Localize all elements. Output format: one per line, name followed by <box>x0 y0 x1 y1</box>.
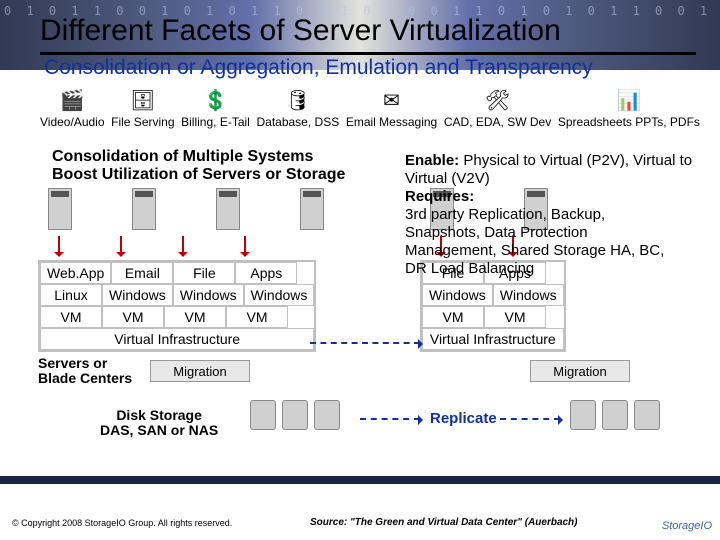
vm-cell: Windows <box>422 284 493 306</box>
vm-block-left: Web.AppEmailFileAppsLinuxWindowsWindowsW… <box>38 260 316 352</box>
vm-cell: VM <box>422 306 484 328</box>
vm-cell: Apps <box>235 262 297 284</box>
dashed-arrow <box>310 342 420 344</box>
vm-row: VMVMVMVM <box>40 306 314 328</box>
footer: © Copyright 2008 StorageIO Group. All ri… <box>0 476 720 536</box>
workload-label: Spreadsheets PPTs, PDFs <box>558 116 700 129</box>
disk-icons-left <box>250 400 340 430</box>
workload-icon: ✉ <box>374 88 410 114</box>
workload-icon: 📊 <box>611 88 647 114</box>
enable-requires-text: Enable: Physical to Virtual (P2V), Virtu… <box>405 152 720 278</box>
workload-item: 🎬 Video/Audio <box>40 88 105 129</box>
workload-icon: 💲 <box>197 88 233 114</box>
vm-cell: VM <box>484 306 546 328</box>
vm-row: Web.AppEmailFileApps <box>40 262 314 284</box>
disk-icon <box>282 400 308 430</box>
arrow-down-icon <box>244 236 246 256</box>
vm-cell: VM <box>226 306 288 328</box>
vm-cell: VM <box>164 306 226 328</box>
vm-cell: Linux <box>40 284 102 306</box>
replicate-label: Replicate <box>430 410 497 427</box>
disk-icon <box>570 400 596 430</box>
workload-label: Billing, E-Tail <box>181 116 250 129</box>
vm-cell: Windows <box>493 284 564 306</box>
vm-cell: Email <box>111 262 173 284</box>
page-subtitle: Consolidation or Aggregation, Emulation … <box>44 56 593 80</box>
server-icon <box>300 188 324 230</box>
requires-label: Requires: <box>405 188 474 205</box>
server-icon <box>132 188 156 230</box>
disk-icon <box>314 400 340 430</box>
workload-item: 💲 Billing, E-Tail <box>181 88 250 129</box>
vm-cell: VM <box>102 306 164 328</box>
migration-box-right: Migration <box>530 360 630 382</box>
virtual-infrastructure-bar: Virtual Infrastructure <box>40 328 314 350</box>
consolidation-line2: Boost Utilization of Servers or Storage <box>52 166 345 184</box>
disk-icon <box>250 400 276 430</box>
server-icon <box>48 188 72 230</box>
requires-items: 3rd party Replication, Backup, Snapshots… <box>405 206 665 278</box>
source-text: Source: "The Green and Virtual Data Cent… <box>310 517 578 528</box>
storageio-logo: StorageIO <box>662 520 712 532</box>
workload-icon: 🗄 <box>125 88 161 114</box>
vm-row: WindowsWindows <box>422 284 564 306</box>
arrows-left <box>58 232 246 260</box>
virtual-infrastructure-bar: Virtual Infrastructure <box>422 328 564 350</box>
servers-label-l1: Servers or <box>38 356 132 371</box>
workload-item: 📊 Spreadsheets PPTs, PDFs <box>558 88 700 129</box>
disk-icons-right <box>570 400 660 430</box>
disk-icon <box>634 400 660 430</box>
migration-label: Migration <box>173 364 226 379</box>
vm-cell: File <box>173 262 235 284</box>
enable-label: Enable: <box>405 152 459 169</box>
workload-icon: 🛠 <box>480 88 516 114</box>
footer-band <box>0 476 720 484</box>
consolidation-heading: Consolidation of Multiple Systems Boost … <box>52 148 345 183</box>
workload-label: Video/Audio <box>40 116 105 129</box>
vm-row: LinuxWindowsWindowsWindows <box>40 284 314 306</box>
vm-cell: Web.App <box>40 262 111 284</box>
workload-row: 🎬 Video/Audio 🗄 File Serving 💲 Billing, E-Tai… <box>40 88 700 129</box>
workload-label: Database, DSS <box>256 116 339 129</box>
servers-label-l2: Blade Centers <box>38 371 132 386</box>
vm-cell: Windows <box>244 284 315 306</box>
disk-label-l1: Disk Storage <box>100 408 218 423</box>
title-underline <box>40 52 696 55</box>
server-icons-left <box>48 188 324 230</box>
workload-item: 🗄 File Serving <box>111 88 174 129</box>
arrow-down-icon <box>120 236 122 256</box>
servers-blade-label: Servers or Blade Centers <box>38 356 132 387</box>
dashed-arrow <box>500 418 560 420</box>
page-title: Different Facets of Server Virtualizatio… <box>40 14 680 48</box>
workload-label: CAD, EDA, SW Dev <box>444 116 551 129</box>
migration-box-left: Migration <box>150 360 250 382</box>
migration-label: Migration <box>553 364 606 379</box>
workload-label: File Serving <box>111 116 174 129</box>
workload-item: 🛠 CAD, EDA, SW Dev <box>444 88 551 129</box>
workload-item: ✉ Email Messaging <box>346 88 437 129</box>
vm-row: VMVM <box>422 306 564 328</box>
copyright-text: © Copyright 2008 StorageIO Group. All ri… <box>12 518 232 528</box>
workload-icon: 🛢 <box>280 88 316 114</box>
arrow-down-icon <box>182 236 184 256</box>
vm-cell: Windows <box>102 284 173 306</box>
workload-item: 🛢 Database, DSS <box>256 88 339 129</box>
dashed-arrow <box>360 418 420 420</box>
disk-label-l2: DAS, SAN or NAS <box>100 423 218 438</box>
workload-icon: 🎬 <box>54 88 90 114</box>
consolidation-line1: Consolidation of Multiple Systems <box>52 148 345 166</box>
disk-icon <box>602 400 628 430</box>
vm-cell: Windows <box>173 284 244 306</box>
server-icon <box>216 188 240 230</box>
workload-label: Email Messaging <box>346 116 437 129</box>
disk-storage-label: Disk Storage DAS, SAN or NAS <box>100 408 218 439</box>
vm-cell: VM <box>40 306 102 328</box>
arrow-down-icon <box>58 236 60 256</box>
